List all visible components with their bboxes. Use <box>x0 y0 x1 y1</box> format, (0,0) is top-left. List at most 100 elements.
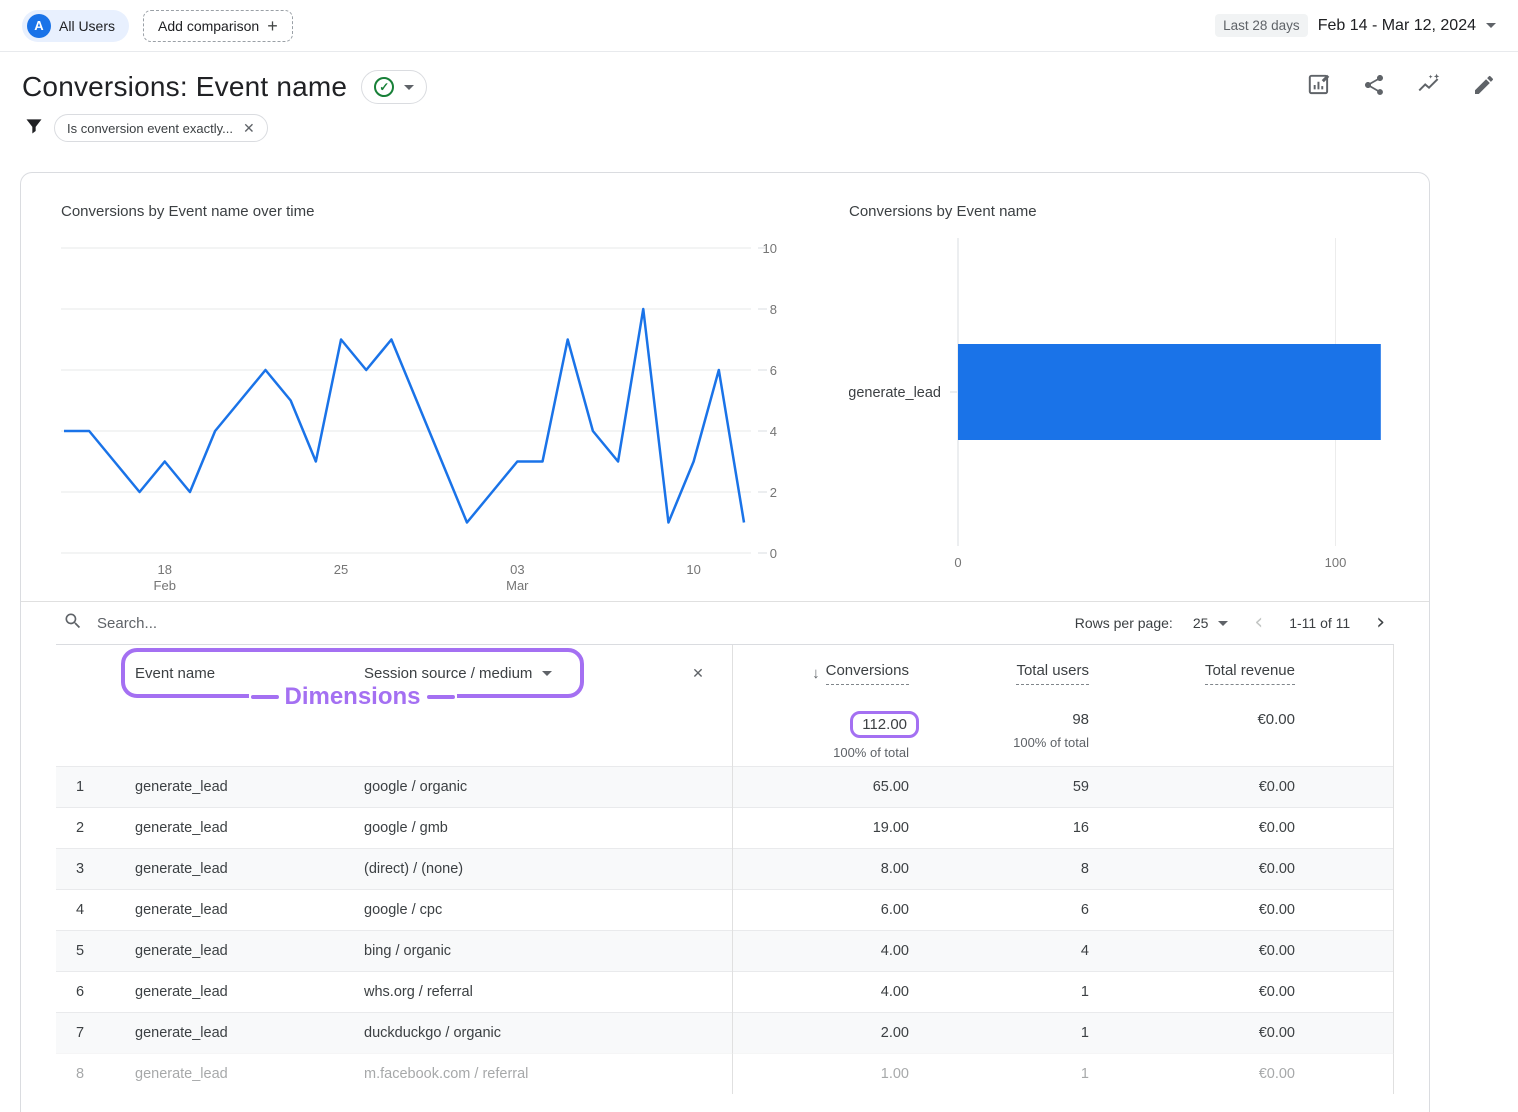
all-users-label: All Users <box>59 18 115 34</box>
customize-report-icon[interactable] <box>1306 72 1332 103</box>
remove-dimension-button[interactable]: ✕ <box>664 665 732 682</box>
cell-session-source-medium: google / cpc <box>334 902 664 918</box>
cell-total-revenue: €0.00 <box>1259 1025 1295 1041</box>
row-index: 3 <box>56 861 104 877</box>
svg-text:8: 8 <box>770 302 777 317</box>
page-title: Conversions: Event name <box>22 71 347 103</box>
table-row[interactable]: 8 generate_lead m.facebook.com / referra… <box>56 1053 1394 1094</box>
svg-text:0: 0 <box>954 555 961 570</box>
svg-text:25: 25 <box>334 562 348 577</box>
table-controls: Rows per page: 25 ‹ 1-11 of 11 › <box>21 601 1429 644</box>
svg-text:0: 0 <box>770 546 777 561</box>
data-table: Event name Session source / medium ✕ ↓ C… <box>56 644 1394 1094</box>
filter-funnel-icon[interactable] <box>24 116 44 141</box>
cell-conversions: 65.00 <box>873 779 909 795</box>
cell-event-name: generate_lead <box>104 902 334 918</box>
table-rows: 1 generate_lead google / organic 65.00 5… <box>56 766 1394 1094</box>
search-input[interactable] <box>97 615 397 632</box>
table-row[interactable]: 3 generate_lead (direct) / (none) 8.00 8… <box>56 848 1394 889</box>
cell-total-users: 1 <box>1081 1025 1089 1041</box>
cell-conversions: 8.00 <box>881 861 909 877</box>
secondary-dimension-label: Session source / medium <box>364 665 532 682</box>
cell-total-revenue: €0.00 <box>1259 943 1295 959</box>
column-header-event-name[interactable]: Event name <box>104 665 334 682</box>
table-row[interactable]: 1 generate_lead google / organic 65.00 5… <box>56 766 1394 807</box>
table-row[interactable]: 4 generate_lead google / cpc 6.00 6 €0.0… <box>56 889 1394 930</box>
table-totals-row: 112.00 100% of total 98 100% of total €0… <box>56 702 1394 766</box>
line-chart-panel: Conversions by Event name over time 0246… <box>61 203 789 601</box>
cell-event-name: generate_lead <box>104 820 334 836</box>
line-chart[interactable]: 024681018Feb2503Mar10 <box>61 234 779 594</box>
avatar: A <box>27 14 51 38</box>
column-header-conversions[interactable]: ↓ Conversions <box>812 662 909 685</box>
add-comparison-label: Add comparison <box>158 18 259 34</box>
next-page-button[interactable]: › <box>1370 612 1391 634</box>
rows-per-page-select[interactable]: 25 <box>1187 615 1235 631</box>
totals-revenue: €0.00 <box>1257 711 1295 728</box>
rows-per-page-value: 25 <box>1193 615 1209 631</box>
add-comparison-button[interactable]: Add comparison + <box>143 10 293 42</box>
row-index: 2 <box>56 820 104 836</box>
check-circle-icon: ✓ <box>374 77 394 97</box>
cell-event-name: generate_lead <box>104 1066 334 1082</box>
chevron-down-icon <box>542 671 552 676</box>
cell-session-source-medium: (direct) / (none) <box>334 861 664 877</box>
row-index: 6 <box>56 984 104 1000</box>
pagination-status: 1-11 of 11 <box>1289 615 1350 631</box>
all-users-chip[interactable]: A All Users <box>22 10 129 42</box>
conversion-status-dropdown[interactable]: ✓ <box>361 70 427 104</box>
filter-chip[interactable]: Is conversion event exactly... ✕ <box>54 114 268 142</box>
date-preset-badge: Last 28 days <box>1215 14 1308 37</box>
column-header-total-users[interactable]: Total users <box>1016 662 1089 685</box>
date-range-picker[interactable]: Feb 14 - Mar 12, 2024 <box>1318 17 1476 35</box>
cell-total-users: 1 <box>1081 984 1089 1000</box>
insights-icon[interactable] <box>1416 72 1442 103</box>
close-icon[interactable]: ✕ <box>243 120 255 137</box>
report-card: Conversions by Event name over time 0 2 4 6… <box>20 172 1430 1112</box>
rows-per-page-label: Rows per page: <box>1075 615 1173 631</box>
svg-text:03: 03 <box>510 562 524 577</box>
row-index: 5 <box>56 943 104 959</box>
column-divider <box>732 645 733 1094</box>
table-row[interactable]: 6 generate_lead whs.org / referral 4.00 … <box>56 971 1394 1012</box>
svg-text:2: 2 <box>770 485 777 500</box>
annotation-dash <box>427 695 455 699</box>
chevron-down-icon <box>1218 621 1228 626</box>
cell-session-source-medium: duckduckgo / organic <box>334 1025 664 1041</box>
totals-users-sub: 100% of total <box>1013 735 1089 750</box>
totals-conversions: 112.00 100% of total <box>833 711 909 760</box>
cell-total-users: 1 <box>1081 1066 1089 1082</box>
table-row[interactable]: 5 generate_lead bing / organic 4.00 4 €0… <box>56 930 1394 971</box>
cell-total-revenue: €0.00 <box>1259 820 1295 836</box>
total-users-header-label: Total users <box>1016 662 1089 685</box>
svg-text:6: 6 <box>770 363 777 378</box>
row-index: 7 <box>56 1025 104 1041</box>
column-header-secondary-dimension[interactable]: Session source / medium <box>334 665 664 682</box>
chevron-down-icon[interactable] <box>1486 23 1496 28</box>
search-icon[interactable] <box>63 611 83 636</box>
cell-total-revenue: €0.00 <box>1259 984 1295 1000</box>
previous-page-button[interactable]: ‹ <box>1248 612 1269 634</box>
table-header-row: Event name Session source / medium ✕ ↓ C… <box>56 645 1394 702</box>
column-header-total-revenue[interactable]: Total revenue <box>1205 662 1295 685</box>
bar-chart-title: Conversions by Event name <box>849 203 1429 220</box>
row-index: 4 <box>56 902 104 918</box>
line-chart-title: Conversions by Event name over time <box>61 203 789 220</box>
share-icon[interactable] <box>1362 73 1386 102</box>
svg-text:Mar: Mar <box>506 578 529 593</box>
cell-total-users: 8 <box>1081 861 1089 877</box>
cell-total-users: 59 <box>1073 779 1089 795</box>
svg-text:10: 10 <box>686 562 700 577</box>
bar-chart[interactable]: 0100generate_lead <box>849 234 1429 579</box>
chevron-down-icon <box>404 85 414 90</box>
table-row[interactable]: 2 generate_lead google / gmb 19.00 16 €0… <box>56 807 1394 848</box>
row-index: 8 <box>56 1066 104 1082</box>
cell-total-users: 6 <box>1081 902 1089 918</box>
svg-text:18: 18 <box>158 562 172 577</box>
edit-icon[interactable] <box>1472 73 1496 102</box>
table-row[interactable]: 7 generate_lead duckduckgo / organic 2.0… <box>56 1012 1394 1053</box>
cell-session-source-medium: google / gmb <box>334 820 664 836</box>
filter-chip-label: Is conversion event exactly... <box>67 121 233 136</box>
cell-event-name: generate_lead <box>104 984 334 1000</box>
svg-text:Feb: Feb <box>154 578 176 593</box>
